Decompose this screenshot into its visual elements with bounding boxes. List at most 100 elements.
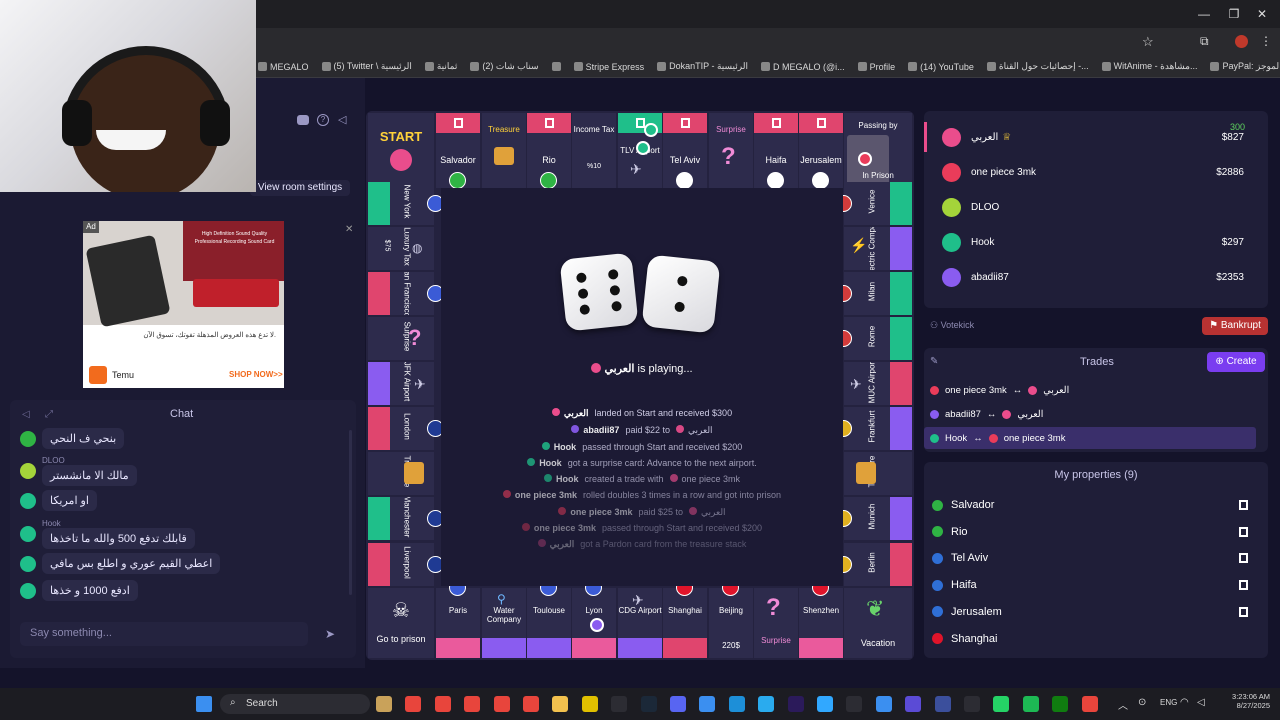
vacation-tile[interactable]: ❦ Vacation (844, 588, 912, 658)
menu-icon[interactable]: ⋮ (1260, 34, 1272, 48)
right-tile-3[interactable]: Rome (844, 317, 912, 360)
advertisement[interactable]: High Definition Sound Quality Profession… (83, 221, 284, 388)
left-tile-5[interactable]: London (368, 407, 434, 450)
bottom-tile-4[interactable]: CDG Airport ✈ (618, 588, 662, 658)
maximize-icon[interactable]: ❐ (1226, 6, 1242, 22)
left-tile-1[interactable]: Luxury Tax $75 ◍ (368, 227, 434, 270)
send-icon[interactable]: ➤ (325, 627, 335, 641)
left-tile-7[interactable]: Manchester (368, 497, 434, 540)
capcut-icon[interactable] (905, 696, 922, 712)
notes-icon[interactable] (581, 696, 598, 712)
chrome-icon[interactable] (405, 696, 422, 712)
taskbar-search[interactable]: Search (220, 694, 370, 714)
steam-icon[interactable] (640, 696, 657, 712)
trade-row[interactable]: one piece 3mk ↔ العربي (924, 379, 1256, 401)
bottom-tile-6[interactable]: Beijing 220$ (709, 588, 753, 658)
start-tile[interactable]: START (368, 113, 434, 188)
chrome-icon[interactable] (434, 696, 451, 712)
bookmark-6[interactable]: DokanTIP - الرئيسية (657, 61, 748, 72)
bottom-tile-8[interactable]: Shenzhen (799, 588, 843, 658)
bankrupt-button[interactable]: ⚑ Bankrupt (1202, 317, 1268, 335)
right-tile-6[interactable]: Treasure (844, 452, 912, 495)
clock[interactable]: 3:23:06 AM 8/27/2025 (1218, 692, 1270, 710)
mute-icon[interactable]: ◁ (22, 409, 30, 420)
whatsapp-icon[interactable] (993, 696, 1010, 712)
bottom-tile-1[interactable]: Water Company ⚲ (482, 588, 526, 658)
player-row[interactable]: Hook $297 (924, 225, 1268, 260)
bookmark-3[interactable]: (2) سناب شات (470, 61, 539, 72)
trade-row[interactable]: abadii87 ↔ العربي (924, 403, 1256, 425)
chat-scrollbar[interactable] (349, 430, 352, 595)
vscode-icon[interactable] (875, 696, 892, 712)
chrome-icon[interactable] (464, 696, 481, 712)
bookmark-4[interactable] (551, 62, 561, 71)
property-row[interactable]: Shanghai (930, 626, 1260, 652)
left-tile-2[interactable]: San Francisco (368, 272, 434, 315)
right-tile-8[interactable]: Berlin (844, 543, 912, 586)
chrome-icon[interactable] (493, 696, 510, 712)
minimize-icon[interactable]: — (1196, 6, 1212, 22)
property-row[interactable]: Salvador (930, 492, 1260, 518)
top-tile-1[interactable]: Treasure (482, 113, 526, 188)
prison-tile[interactable]: Passing by In Prison (844, 113, 912, 188)
right-tile-7[interactable]: Munich (844, 497, 912, 540)
edge-icon[interactable] (728, 696, 745, 712)
discord-icon[interactable] (670, 696, 686, 712)
snipping-icon[interactable] (611, 696, 628, 712)
bookmark-9[interactable]: (14) YouTube (908, 62, 974, 72)
spotify-icon[interactable] (1022, 696, 1039, 712)
property-row[interactable]: Jerusalem (930, 599, 1260, 625)
bookmark-0[interactable]: MEGALO (258, 62, 309, 72)
left-tile-4[interactable]: JFK Airport ✈ (368, 362, 434, 405)
windows-start-icon[interactable] (196, 696, 212, 712)
player-row[interactable]: abadii87 $2353 (924, 260, 1268, 295)
bookmark-5[interactable]: Stripe Express (573, 62, 644, 72)
right-tile-2[interactable]: Milan (844, 272, 912, 315)
bookmark-12[interactable]: PayPal: الموجز (1210, 61, 1280, 72)
create-trade-button[interactable]: ⊕ Create (1207, 352, 1265, 372)
left-tile-3[interactable]: Surprise? (368, 317, 434, 360)
bottom-tile-5[interactable]: Shanghai (663, 588, 707, 658)
chrome-icon[interactable] (1081, 696, 1098, 712)
property-row[interactable]: Rio (930, 519, 1260, 545)
volume-icon[interactable]: ◁ (1197, 697, 1205, 708)
bookmark-8[interactable]: Profile (857, 62, 895, 72)
top-tile-6[interactable]: Surprise? (709, 113, 753, 188)
left-tile-6[interactable]: Treasure (368, 452, 434, 495)
photoshop-icon[interactable] (817, 696, 833, 712)
die-left[interactable] (559, 252, 639, 332)
votekick-button[interactable]: ⚇ Votekick (930, 320, 974, 331)
star-icon[interactable]: ☆ (1142, 34, 1154, 50)
bottom-tile-2[interactable]: Toulouse (527, 588, 571, 658)
chrome-icon[interactable] (523, 696, 539, 712)
go-to-prison-tile[interactable]: ☠ Go to prison (368, 588, 434, 658)
telegram-icon[interactable] (758, 696, 775, 712)
view-room-settings-button[interactable]: View room settings (250, 180, 350, 196)
teams-icon[interactable] (934, 696, 951, 712)
die-right[interactable] (641, 254, 721, 334)
widgets-icon[interactable] (376, 696, 392, 712)
player-row[interactable]: العربي ♕ $827 (924, 120, 1268, 155)
settings-icon[interactable] (964, 696, 980, 712)
mic-icon[interactable]: ⊙ (1138, 697, 1146, 708)
top-tile-3[interactable]: Income Tax %10 (572, 113, 616, 188)
app-icon[interactable] (699, 696, 716, 712)
premiere-icon[interactable] (787, 696, 804, 712)
bookmark-10[interactable]: إحصائيات حول القناة -... (986, 61, 1089, 72)
ad-shop-now-link[interactable]: SHOP NOW>> (229, 370, 283, 379)
wifi-icon[interactable]: ◠ (1180, 697, 1189, 708)
xbox-icon[interactable] (1052, 696, 1069, 712)
bottom-tile-7[interactable]: ? Surprise (754, 588, 798, 658)
property-row[interactable]: Tel Aviv (930, 545, 1260, 571)
trade-row[interactable]: Hook ↔ one piece 3mk (924, 427, 1256, 449)
terminal-icon[interactable] (846, 696, 863, 712)
left-tile-0[interactable]: New York (368, 182, 434, 225)
right-tile-4[interactable]: MUC Airport ✈ (844, 362, 912, 405)
discord-icon[interactable] (297, 115, 309, 125)
left-tile-8[interactable]: Liverpool (368, 543, 434, 586)
help-icon[interactable]: ? (317, 114, 329, 126)
bottom-tile-0[interactable]: Paris (436, 588, 480, 658)
bookmark-11[interactable]: WitAnime - مشاهدة... (1101, 61, 1197, 72)
language-indicator[interactable]: ENG (1160, 698, 1177, 707)
bookmark-7[interactable]: D MEGALO (@i... (760, 62, 845, 72)
